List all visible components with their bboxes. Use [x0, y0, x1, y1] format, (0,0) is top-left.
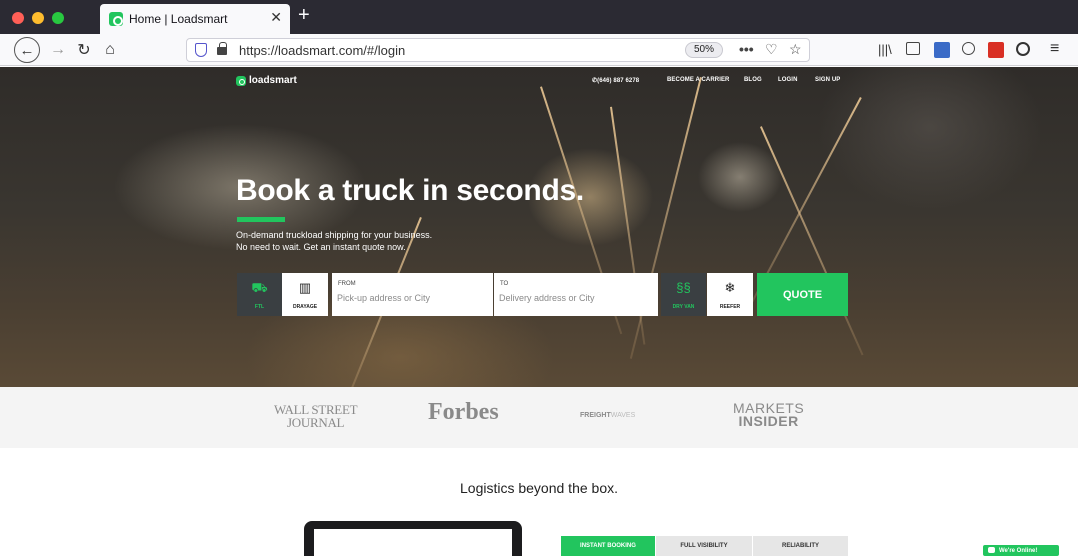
browser-tab[interactable]: Home | Loadsmart ✕: [100, 4, 290, 34]
nav-login-link[interactable]: LOGIN: [778, 77, 798, 83]
laptop-screen: [314, 529, 512, 556]
extension-red-icon[interactable]: [988, 42, 1004, 58]
equipment-reefer-button[interactable]: ❄ REEFER: [707, 273, 753, 316]
menu-icon[interactable]: ≡: [1050, 40, 1066, 57]
tracking-shield-icon[interactable]: [195, 43, 207, 57]
mode-ftl-button[interactable]: ⛟ FTL: [237, 273, 282, 316]
equipment-dry-van-button[interactable]: §§ DRY VAN: [661, 273, 706, 316]
chat-widget-label: We're Online!: [999, 547, 1038, 554]
markets-insider-logo: MARKETS INSIDER: [733, 401, 804, 429]
close-window-button[interactable]: [12, 12, 24, 24]
hero-subtext-line2: No need to wait. Get an instant quote no…: [236, 242, 406, 252]
screenshot-extension-icon[interactable]: [934, 42, 950, 58]
loadsmart-logo-icon: [236, 75, 246, 86]
pocket-icon[interactable]: ♡: [765, 41, 778, 58]
hero-section: loadsmart ✆(646) 887 6278 BECOME A CARRI…: [0, 67, 1078, 387]
wsj-logo-line2: JOURNAL: [287, 415, 345, 430]
nav-signup-link[interactable]: SIGN UP: [815, 77, 840, 83]
heat-waves-icon: §§: [676, 280, 691, 295]
navigation-toolbar: ← → ↻ ⌂ https://loadsmart.com/#/login 50…: [0, 34, 1078, 66]
brand-logo[interactable]: loadsmart: [236, 75, 297, 86]
freightwaves-logo-b: WAVES: [610, 412, 636, 419]
zoom-window-button[interactable]: [52, 12, 64, 24]
nav-blog-link[interactable]: BLOG: [744, 77, 762, 83]
extension-circle-icon[interactable]: [1016, 42, 1030, 56]
freightwaves-logo: FREIGHTWAVES: [580, 412, 635, 419]
mode-ftl-label: FTL: [254, 304, 265, 310]
new-tab-icon[interactable]: +: [298, 5, 310, 25]
feature-tab-full-visibility[interactable]: FULL VISIBILITY: [656, 536, 752, 556]
minimize-window-button[interactable]: [32, 12, 44, 24]
feature-tab-reliability[interactable]: RELIABILITY: [753, 536, 848, 556]
to-input[interactable]: [499, 293, 649, 303]
forward-button[interactable]: →: [46, 38, 70, 62]
snowflake-icon: ❄: [724, 280, 736, 295]
bookmark-star-icon[interactable]: ☆: [789, 41, 802, 58]
chat-widget-button[interactable]: We're Online!: [983, 545, 1059, 556]
home-button[interactable]: ⌂: [98, 38, 122, 62]
section-tagline: Logistics beyond the box.: [460, 480, 618, 496]
equipment-dry-van-label: DRY VAN: [672, 304, 695, 310]
tab-close-icon[interactable]: ✕: [270, 9, 282, 26]
background-straw: [629, 77, 702, 359]
to-field[interactable]: TO: [494, 273, 658, 316]
from-input[interactable]: [337, 293, 487, 303]
from-label: FROM: [338, 281, 356, 287]
lock-icon[interactable]: [217, 42, 227, 55]
from-field[interactable]: FROM: [332, 273, 493, 316]
library-icon[interactable]: |||\: [878, 42, 894, 58]
hero-headline: Book a truck in seconds.: [236, 174, 584, 207]
quote-button[interactable]: QUOTE: [757, 273, 848, 316]
brand-name: loadsmart: [249, 75, 297, 86]
account-icon[interactable]: [962, 42, 975, 55]
url-bar[interactable]: https://loadsmart.com/#/login 50% ••• ♡ …: [186, 38, 810, 62]
freightwaves-logo-a: FREIGHT: [580, 412, 611, 419]
markets-insider-line2: INSIDER: [738, 413, 799, 429]
hero-subtext-line1: On-demand truckload shipping for your bu…: [236, 230, 433, 240]
back-button[interactable]: ←: [14, 37, 40, 63]
mode-drayage-button[interactable]: ▥ DRAYAGE: [282, 273, 328, 316]
mode-drayage-label: DRAYAGE: [292, 304, 318, 310]
to-label: TO: [500, 281, 509, 287]
accent-bar: [237, 217, 285, 222]
wsj-logo: WALL STREET JOURNAL: [274, 403, 358, 430]
zoom-level-badge[interactable]: 50%: [685, 42, 724, 58]
reload-button[interactable]: ↻: [72, 38, 96, 62]
loadsmart-favicon-icon: [109, 12, 123, 26]
nav-phone-link[interactable]: ✆(646) 887 6278: [592, 77, 639, 84]
laptop-preview-image: [304, 521, 522, 556]
truck-icon: ⛟: [251, 280, 268, 295]
forbes-logo: Forbes: [428, 399, 499, 425]
url-text[interactable]: https://loadsmart.com/#/login: [239, 43, 405, 58]
press-logos-bar: WALL STREET JOURNAL Forbes FREIGHTWAVES …: [0, 387, 1078, 448]
feature-tab-instant-booking[interactable]: INSTANT BOOKING: [561, 536, 655, 556]
chat-bubble-icon: [988, 547, 995, 553]
page-actions-icon[interactable]: •••: [739, 41, 754, 57]
background-straw: [760, 126, 864, 356]
sidebar-icon[interactable]: [906, 42, 920, 55]
browser-window: Home | Loadsmart ✕ + ← → ↻ ⌂ https://loa…: [0, 0, 1078, 556]
tab-title: Home | Loadsmart: [129, 12, 228, 26]
nav-become-carrier-link[interactable]: BECOME A CARRIER: [667, 77, 730, 83]
container-icon: ▥: [298, 280, 312, 295]
equipment-reefer-label: REEFER: [719, 304, 741, 310]
tab-strip: Home | Loadsmart ✕ +: [0, 0, 1078, 34]
